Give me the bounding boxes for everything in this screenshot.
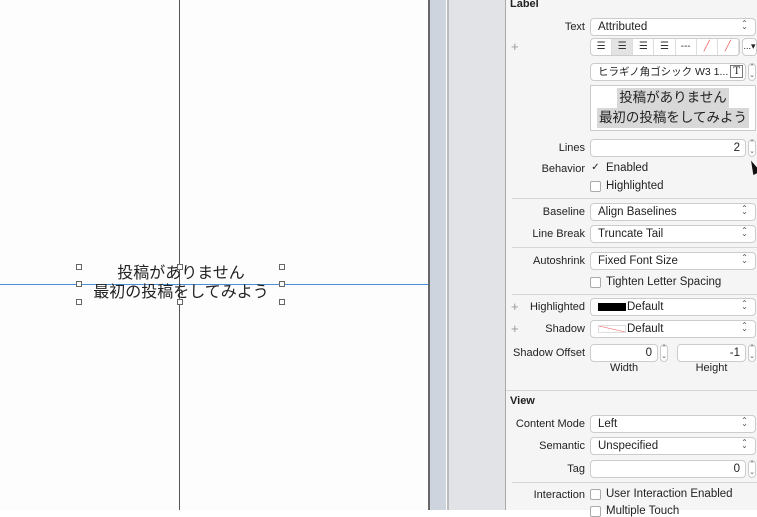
- font-field[interactable]: ヒラギノ角ゴシック W3 1... T: [590, 63, 746, 81]
- resize-handle[interactable]: [177, 299, 183, 305]
- autoshrink-label: Autoshrink: [533, 255, 585, 267]
- line-break-label: Line Break: [532, 228, 585, 240]
- shadow-width-field[interactable]: 0: [590, 344, 658, 362]
- enabled-label: Enabled: [606, 162, 649, 174]
- lines-label: Lines: [558, 142, 585, 154]
- behavior-label: Behavior: [541, 163, 585, 175]
- line-break-popup[interactable]: Truncate Tail: [590, 225, 756, 243]
- resize-handle[interactable]: [177, 264, 183, 270]
- canvas-edge-strip: [430, 0, 446, 510]
- semantic-label: Semantic: [539, 440, 585, 452]
- plus-icon[interactable]: +: [511, 299, 519, 314]
- storyboard-canvas[interactable]: 投稿がありません 最初の投稿をしてみよう: [0, 0, 428, 510]
- highlighted-color-value: Default: [627, 301, 664, 313]
- more-button[interactable]: ...▾: [742, 38, 757, 56]
- tighten-label: Tighten Letter Spacing: [606, 276, 722, 288]
- resize-handle[interactable]: [76, 281, 82, 287]
- resize-handle[interactable]: [76, 299, 82, 305]
- resize-handle[interactable]: [76, 264, 82, 270]
- align-center-icon[interactable]: ☰: [612, 39, 634, 55]
- tag-field[interactable]: 0: [590, 460, 746, 478]
- tag-stepper[interactable]: ⌃ ⌄: [748, 460, 756, 478]
- baseline-label: Baseline: [542, 206, 585, 218]
- text-type-popup[interactable]: Attributed: [590, 18, 756, 36]
- alignment-segmented-control[interactable]: ☰ ☰ ☰ ☰ --- ╱ ╱: [590, 38, 740, 56]
- font-value: ヒラギノ角ゴシック W3 1...: [598, 66, 729, 78]
- resize-handle[interactable]: [279, 281, 285, 287]
- align-right-icon[interactable]: ☰: [633, 39, 655, 55]
- shadow-value: Default: [627, 323, 664, 335]
- interaction-label: Interaction: [533, 489, 585, 501]
- text-label: Text: [564, 21, 585, 33]
- highlighted-checkbox[interactable]: [590, 181, 601, 192]
- attributed-text-preview[interactable]: 投稿がありません 最初の投稿をしてみよう: [590, 85, 756, 131]
- tighten-checkbox[interactable]: [590, 277, 601, 288]
- shadow-width-stepper[interactable]: ⌃ ⌄: [660, 344, 668, 362]
- enabled-checkbox[interactable]: ✓: [590, 163, 601, 174]
- separator: [506, 390, 757, 391]
- resize-handle[interactable]: [279, 299, 285, 305]
- height-caption: Height: [695, 362, 728, 374]
- separator: [512, 247, 757, 248]
- semantic-popup[interactable]: Unspecified: [590, 437, 756, 455]
- user-interaction-checkbox[interactable]: [590, 489, 601, 500]
- section-label: Label: [510, 0, 539, 10]
- no-strike-icon[interactable]: ╱: [718, 39, 739, 55]
- content-mode-label: Content Mode: [515, 418, 585, 430]
- baseline-popup[interactable]: Align Baselines: [590, 203, 756, 221]
- highlighted-color-popup[interactable]: Default: [590, 298, 756, 316]
- multiple-touch-label: Multiple Touch: [606, 505, 680, 517]
- font-picker-icon[interactable]: T: [730, 65, 743, 78]
- font-size-stepper[interactable]: ⌃ ⌄: [748, 63, 756, 81]
- preview-line: 最初の投稿をしてみよう: [596, 108, 750, 128]
- align-left-icon[interactable]: ☰: [591, 39, 613, 55]
- plus-icon[interactable]: +: [511, 321, 519, 336]
- color-swatch: [598, 303, 626, 311]
- shadow-height-stepper[interactable]: ⌃ ⌄: [748, 344, 756, 362]
- shadow-height-field[interactable]: -1: [677, 344, 746, 362]
- separator: [512, 198, 757, 199]
- preview-line: 投稿がありません: [617, 88, 729, 108]
- autoshrink-popup[interactable]: Fixed Font Size: [590, 252, 756, 270]
- no-color-icon[interactable]: ╱: [697, 39, 718, 55]
- gutter: [449, 0, 505, 510]
- content-mode-popup[interactable]: Left: [590, 415, 756, 433]
- tag-label: Tag: [567, 463, 585, 475]
- vertical-guide: [179, 0, 180, 510]
- shadow-offset-label: Shadow Offset: [513, 347, 585, 359]
- resize-handle[interactable]: [279, 264, 285, 270]
- lines-field[interactable]: 2: [590, 139, 746, 157]
- separator: [512, 294, 757, 295]
- lines-stepper[interactable]: ⌃ ⌄: [748, 139, 756, 157]
- align-justify-icon[interactable]: ☰: [654, 39, 676, 55]
- plus-icon[interactable]: +: [511, 39, 519, 54]
- attributes-inspector: Label Text Attributed + ☰ ☰ ☰ ☰ --- ╱ ╱ …: [506, 0, 757, 517]
- section-label: View: [510, 395, 535, 407]
- highlighted-color-label: Highlighted: [529, 301, 585, 313]
- align-natural-icon[interactable]: ---: [676, 39, 697, 55]
- user-interaction-label: User Interaction Enabled: [606, 488, 733, 500]
- multiple-touch-checkbox[interactable]: [590, 506, 601, 517]
- shadow-color-popup[interactable]: Default: [590, 320, 756, 338]
- no-color-swatch: [598, 325, 626, 333]
- separator: [512, 482, 757, 483]
- shadow-label: Shadow: [545, 323, 585, 335]
- width-caption: Width: [609, 362, 639, 374]
- highlighted-label: Highlighted: [606, 180, 664, 192]
